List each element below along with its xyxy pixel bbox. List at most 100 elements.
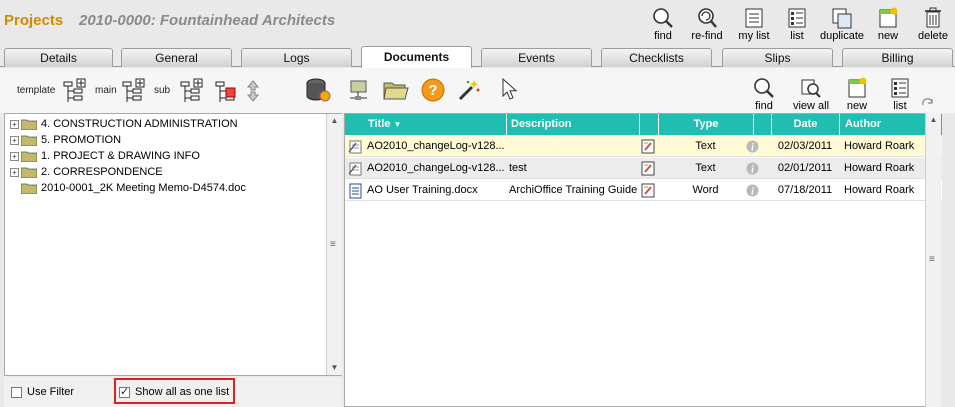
use-filter-box[interactable] — [11, 386, 22, 398]
tree-scrollbar[interactable]: ▲ ≡ ▼ — [326, 114, 342, 375]
delete-button[interactable]: delete — [915, 4, 951, 42]
list-icon — [891, 78, 909, 98]
expand-icon[interactable]: + — [10, 119, 19, 129]
refind-icon — [698, 8, 717, 28]
find-button[interactable]: find — [649, 4, 677, 42]
tree-file-meeting-memo[interactable]: 2010-0001_2K Meeting Memo-D4574.doc — [21, 180, 246, 196]
text-file-icon — [348, 162, 362, 176]
edit-document-icon[interactable] — [641, 161, 655, 176]
cell-author: Howard Roark — [844, 162, 915, 174]
add-main-folder-icon[interactable] — [121, 78, 145, 104]
cell-title: AO2010_changeLog-v128... — [367, 162, 505, 174]
col-date[interactable]: Date — [771, 114, 839, 135]
magic-wand-icon[interactable] — [457, 78, 481, 102]
cell-date: 02/01/2011 — [777, 162, 833, 174]
tab-events[interactable]: Events — [481, 48, 592, 67]
tab-slips[interactable]: Slips — [722, 48, 833, 67]
documents-table: Title ▼ Description Type Date Author AO2… — [344, 113, 942, 407]
doc-find-label: find — [755, 100, 773, 112]
sub-label: sub — [154, 85, 171, 96]
col-type[interactable]: Type — [658, 114, 753, 135]
tab-details[interactable]: Details — [4, 48, 113, 67]
main-label: main — [95, 85, 117, 96]
list-label: list — [790, 30, 804, 42]
open-folder-icon[interactable] — [383, 79, 409, 101]
cell-type: Text — [695, 162, 716, 174]
add-template-icon[interactable] — [62, 78, 86, 104]
magnifier-icon — [653, 8, 673, 28]
info-icon[interactable]: i — [746, 162, 759, 175]
duplicate-button[interactable]: duplicate — [816, 4, 868, 42]
record-title: 2010-0000: Fountainhead Architects — [79, 12, 336, 29]
view-all-button[interactable]: view all — [789, 74, 833, 112]
folder-icon — [21, 167, 37, 178]
col-description[interactable]: Description — [506, 114, 639, 135]
tree-folder-construction[interactable]: + 4. CONSTRUCTION ADMINISTRATION — [10, 116, 238, 132]
doc-list-label: list — [893, 100, 907, 112]
scroll-up-icon[interactable]: ▲ — [327, 114, 342, 128]
scroll-down-icon[interactable]: ▼ — [327, 361, 342, 375]
my-list-button[interactable]: my list — [734, 4, 774, 42]
table-row[interactable]: AO User Training.docx ArchiOffice Traini… — [345, 180, 942, 201]
refresh-icon[interactable] — [921, 98, 935, 108]
scroll-grip-icon[interactable]: ≡ — [330, 239, 336, 250]
tab-billing[interactable]: Billing — [842, 48, 953, 67]
refind-button[interactable]: re-find — [688, 4, 726, 42]
header: Projects 2010-0000: Fountainhead Archite… — [0, 0, 955, 44]
trash-icon — [925, 7, 941, 28]
text-file-icon — [348, 140, 362, 154]
doc-list-button[interactable]: list — [888, 74, 912, 112]
edit-document-icon[interactable] — [641, 139, 655, 154]
scroll-up-icon[interactable]: ▲ — [926, 113, 941, 127]
info-icon[interactable]: i — [746, 140, 759, 153]
cell-title: AO2010_changeLog-v128... — [367, 140, 505, 152]
cell-author: Howard Roark — [844, 140, 915, 152]
svg-text:i: i — [751, 143, 754, 154]
table-row[interactable]: AO2010_changeLog-v128... Text i 02/03/20… — [345, 136, 942, 157]
database-sync-icon[interactable] — [305, 77, 331, 103]
tree-label: 2. CORRESPONDENCE — [41, 166, 163, 178]
col-title[interactable]: Title ▼ — [345, 114, 506, 135]
new-icon — [879, 7, 898, 28]
tab-logs[interactable]: Logs — [241, 48, 352, 67]
tree-folder-project-drawing[interactable]: + 1. PROJECT & DRAWING INFO — [10, 148, 200, 164]
cell-description: test — [509, 162, 527, 174]
folder-icon — [21, 119, 37, 130]
edit-document-icon[interactable] — [641, 183, 655, 198]
tab-general[interactable]: General — [121, 48, 232, 67]
view-all-label: view all — [792, 100, 830, 112]
svg-text:i: i — [751, 165, 754, 176]
tree-label: 4. CONSTRUCTION ADMINISTRATION — [41, 118, 238, 130]
remove-folder-icon[interactable] — [214, 78, 238, 104]
tree-folder-promotion[interactable]: + 5. PROMOTION — [10, 132, 121, 148]
tree-folder-correspondence[interactable]: + 2. CORRESPONDENCE — [10, 164, 163, 180]
scroll-grip-icon[interactable]: ≡ — [929, 254, 935, 265]
network-folder-icon[interactable] — [347, 78, 371, 102]
col-author[interactable]: Author — [839, 114, 926, 135]
use-filter-checkbox[interactable]: Use Filter — [11, 386, 74, 398]
table-row[interactable]: AO2010_changeLog-v128... test Text i 02/… — [345, 158, 942, 179]
doc-find-button[interactable]: find — [750, 74, 778, 112]
add-sub-folder-icon[interactable] — [179, 78, 203, 104]
table-scrollbar[interactable]: ▲ ≡ — [925, 113, 941, 407]
tab-checklists[interactable]: Checklists — [601, 48, 712, 67]
new-button[interactable]: new — [874, 4, 902, 42]
cell-type: Text — [695, 140, 716, 152]
help-icon[interactable]: ? — [420, 77, 446, 103]
document-toolbar: template main sub ? find view all new li… — [0, 68, 955, 113]
folder-tree: + 4. CONSTRUCTION ADMINISTRATION + 5. PR… — [4, 113, 342, 376]
tab-bar: Details General Logs Documents Events Ch… — [0, 46, 955, 68]
doc-new-button[interactable]: new — [843, 74, 871, 112]
table-header: Title ▼ Description Type Date Author — [345, 114, 942, 135]
expand-icon[interactable]: + — [10, 135, 19, 145]
doc-new-label: new — [846, 100, 868, 112]
move-up-down-icon[interactable] — [247, 80, 259, 102]
expand-icon[interactable]: + — [10, 167, 19, 177]
folder-icon — [21, 151, 37, 162]
sort-down-icon: ▼ — [393, 120, 402, 129]
tab-documents[interactable]: Documents — [361, 46, 472, 68]
info-icon[interactable]: i — [746, 184, 759, 197]
list-button[interactable]: list — [785, 4, 809, 42]
expand-icon[interactable]: + — [10, 151, 19, 161]
duplicate-label: duplicate — [819, 30, 865, 42]
